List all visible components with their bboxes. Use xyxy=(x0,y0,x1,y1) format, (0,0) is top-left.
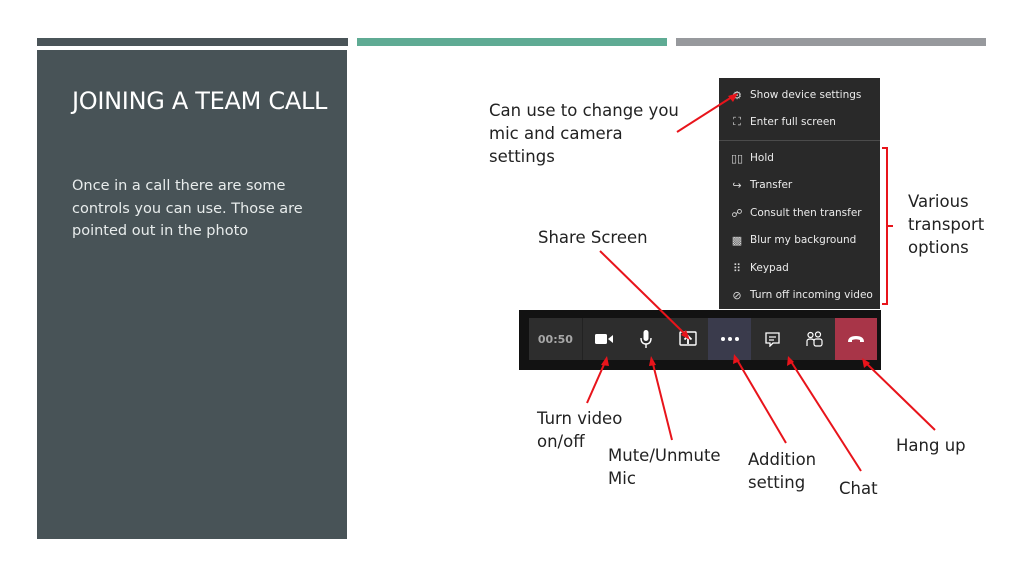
call-timer: 00:50 xyxy=(529,318,583,360)
menu-item-transfer[interactable]: ↪ Transfer xyxy=(719,172,880,198)
transfer-icon: ↪ xyxy=(732,178,742,192)
microphone-icon xyxy=(639,330,652,348)
annotation-hangup: Hang up xyxy=(896,436,966,455)
keypad-icon: ⠿ xyxy=(732,261,742,275)
menu-item-hold[interactable]: ▯▯ Hold xyxy=(719,145,880,171)
share-screen-icon xyxy=(678,331,697,346)
consult-icon: ☍ xyxy=(731,206,743,220)
share-screen-button[interactable] xyxy=(667,318,709,360)
menu-item-label: Hold xyxy=(750,152,774,164)
bracket-transport xyxy=(882,147,893,305)
participants-icon xyxy=(806,331,823,347)
hold-icon: ▯▯ xyxy=(730,151,744,165)
more-dots-icon xyxy=(720,337,739,341)
accent-bar-gray xyxy=(676,38,986,46)
menu-item-device-settings[interactable]: ⚙ Show device settings xyxy=(719,82,880,108)
annotation-addition: Addition setting xyxy=(748,450,817,492)
menu-item-label: Blur my background xyxy=(750,234,857,246)
menu-item-label: Consult then transfer xyxy=(750,207,862,219)
participants-button[interactable] xyxy=(793,318,835,360)
menu-item-label: Turn off incoming video xyxy=(750,289,873,301)
chat-icon xyxy=(765,331,780,347)
annotation-transport: Various transport options xyxy=(908,192,985,257)
menu-item-label: Keypad xyxy=(750,262,789,274)
menu-item-label: Transfer xyxy=(750,179,793,191)
accent-bar-dark xyxy=(37,38,348,46)
hang-up-icon xyxy=(848,336,865,342)
annotation-share-screen: Share Screen xyxy=(538,228,648,247)
sidebar-panel xyxy=(37,50,347,539)
slide-body: Once in a call there are some controls y… xyxy=(72,178,303,239)
blur-icon: ▩ xyxy=(731,233,743,247)
menu-item-keypad[interactable]: ⠿ Keypad xyxy=(719,255,880,281)
chat-button[interactable] xyxy=(751,318,793,360)
microphone-button[interactable] xyxy=(625,318,667,360)
gear-icon: ⚙ xyxy=(732,88,742,102)
video-off-icon: ⊘ xyxy=(732,288,742,302)
annotation-mute: Mute/Unmute Mic xyxy=(608,446,721,488)
menu-item-blur-background[interactable]: ▩ Blur my background xyxy=(719,227,880,253)
slide-title: JOINING A TEAM CALL xyxy=(72,87,328,115)
call-toolbar: 00:50 xyxy=(529,318,877,360)
annotation-chat: Chat xyxy=(839,479,878,498)
line-mute xyxy=(651,359,673,441)
camera-icon xyxy=(594,334,613,344)
hang-up-button[interactable] xyxy=(835,318,877,360)
annotation-device-settings: Can use to change you mic and camera set… xyxy=(489,101,679,166)
menu-item-consult-transfer[interactable]: ☍ Consult then transfer xyxy=(719,200,880,226)
more-options-button[interactable] xyxy=(708,318,752,360)
accent-bar-green xyxy=(357,38,667,46)
line-addition xyxy=(735,357,787,444)
menu-item-label: Enter full screen xyxy=(750,116,836,128)
menu-item-label: Show device settings xyxy=(750,89,862,101)
menu-divider xyxy=(719,140,880,141)
line-hangup xyxy=(864,361,936,431)
fullscreen-icon: ⛶ xyxy=(733,115,741,128)
more-options-menu: ⚙ Show device settings ⛶ Enter full scre… xyxy=(719,78,880,309)
camera-button[interactable] xyxy=(583,318,625,360)
menu-item-full-screen[interactable]: ⛶ Enter full screen xyxy=(719,109,880,135)
menu-item-turn-off-video[interactable]: ⊘ Turn off incoming video xyxy=(719,282,880,308)
